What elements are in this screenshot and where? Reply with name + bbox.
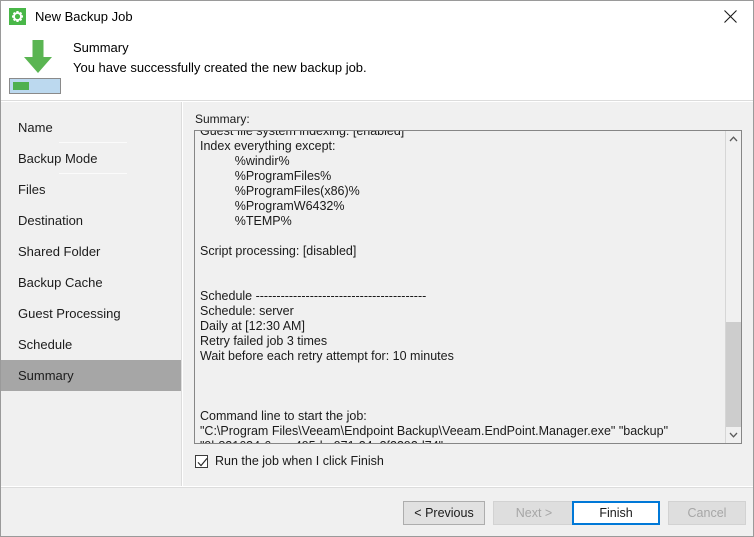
sidebar-item-label: Files <box>18 182 46 197</box>
chevron-up-icon[interactable] <box>726 131 741 147</box>
check-icon <box>197 457 208 467</box>
cancel-button: Cancel <box>668 501 746 525</box>
gear-icon <box>9 8 26 25</box>
sidebar-item-label: Backup Cache <box>18 275 103 290</box>
summary-line <box>200 394 726 409</box>
scrollbar-thumb[interactable] <box>726 322 741 427</box>
progress-bar-fill <box>13 82 29 90</box>
window-title: New Backup Job <box>35 9 133 24</box>
header-title: Summary <box>73 40 129 55</box>
summary-line: %ProgramFiles% <box>200 169 332 183</box>
header-subtitle: You have successfully created the new ba… <box>73 60 367 75</box>
run-job-checkbox[interactable] <box>195 454 208 468</box>
sidebar-item-backup-mode[interactable]: Backup Mode <box>1 143 181 174</box>
sidebar-item-label: Name <box>18 120 53 135</box>
summary-line: %ProgramW6432% <box>200 199 345 213</box>
summary-line: Guest file system indexing: [enabled] <box>200 130 405 138</box>
summary-text-panel[interactable]: Guest file system indexing: [enabled] Ind… <box>194 130 742 444</box>
summary-line <box>200 364 726 379</box>
sidebar-item-summary[interactable]: Summary <box>1 360 181 391</box>
summary-line <box>200 274 726 289</box>
summary-line: %TEMP% <box>200 214 292 228</box>
run-job-checkbox-row[interactable]: Run the job when I click Finish <box>195 454 384 468</box>
summary-line: Schedule: server <box>200 304 294 318</box>
summary-line: Wait before each retry attempt for: 10 m… <box>200 349 454 363</box>
summary-line: Schedule -------------------------------… <box>200 289 427 303</box>
sidebar-item-shared-folder[interactable]: Shared Folder <box>1 236 181 267</box>
sidebar-item-label: Summary <box>18 368 74 383</box>
sidebar-item-label: Destination <box>18 213 84 228</box>
summary-line: Script processing: [disabled] <box>200 244 357 258</box>
summary-line: %ProgramFiles(x86)% <box>200 184 360 198</box>
summary-line: Retry failed job 3 times <box>200 334 328 348</box>
summary-line <box>200 379 726 394</box>
sidebar-item-label: Schedule <box>18 337 73 352</box>
summary-label: Summary: <box>195 112 250 126</box>
summary-text-content: Guest file system indexing: [enabled] Ind… <box>195 130 726 443</box>
dialog-footer: < Previous Next > Finish Cancel <box>1 487 753 536</box>
previous-button[interactable]: < Previous <box>403 501 485 525</box>
next-button: Next > <box>493 501 575 525</box>
sidebar-item-label: Guest Processing <box>18 306 121 321</box>
summary-line <box>200 259 726 274</box>
sidebar-item-label: Backup Mode <box>18 151 98 166</box>
chevron-down-icon[interactable] <box>726 427 741 443</box>
run-job-checkbox-label: Run the job when I click Finish <box>215 454 384 468</box>
summary-scrollbar[interactable] <box>725 131 741 443</box>
new-backup-job-dialog: New Backup Job Summary You have successf… <box>0 0 754 537</box>
summary-line <box>200 229 726 244</box>
sidebar-item-label: Shared Folder <box>18 244 101 259</box>
summary-line: Daily at [12:30 AM] <box>200 319 305 333</box>
sidebar-item-guest-processing[interactable]: Guest Processing <box>1 298 181 329</box>
scrollbar-track[interactable] <box>726 147 741 427</box>
progress-bar <box>9 78 61 94</box>
summary-line: %windir% <box>200 154 290 168</box>
title-bar: New Backup Job <box>1 1 753 32</box>
sidebar-item-files[interactable]: Files <box>1 174 181 205</box>
sidebar-item-destination[interactable]: Destination <box>1 205 181 236</box>
sidebar-item-backup-cache[interactable]: Backup Cache <box>1 267 181 298</box>
dialog-header: Summary You have successfully created th… <box>1 32 753 101</box>
summary-line: Index everything except: <box>200 139 336 153</box>
wizard-step-sidebar: Name Backup Mode Files Destination Shared Fo… <box>1 102 182 486</box>
finish-button[interactable]: Finish <box>572 501 660 525</box>
close-icon[interactable] <box>708 1 753 32</box>
main-panel: Summary: Guest file system indexing: [en… <box>183 102 753 486</box>
summary-line: "C:\Program Files\Veeam\Endpoint Backup\… <box>200 424 669 443</box>
sidebar-item-name[interactable]: Name <box>1 112 181 143</box>
green-down-arrow-icon <box>19 34 57 78</box>
summary-line: Command line to start the job: <box>200 409 367 423</box>
sidebar-item-schedule[interactable]: Schedule <box>1 329 181 360</box>
